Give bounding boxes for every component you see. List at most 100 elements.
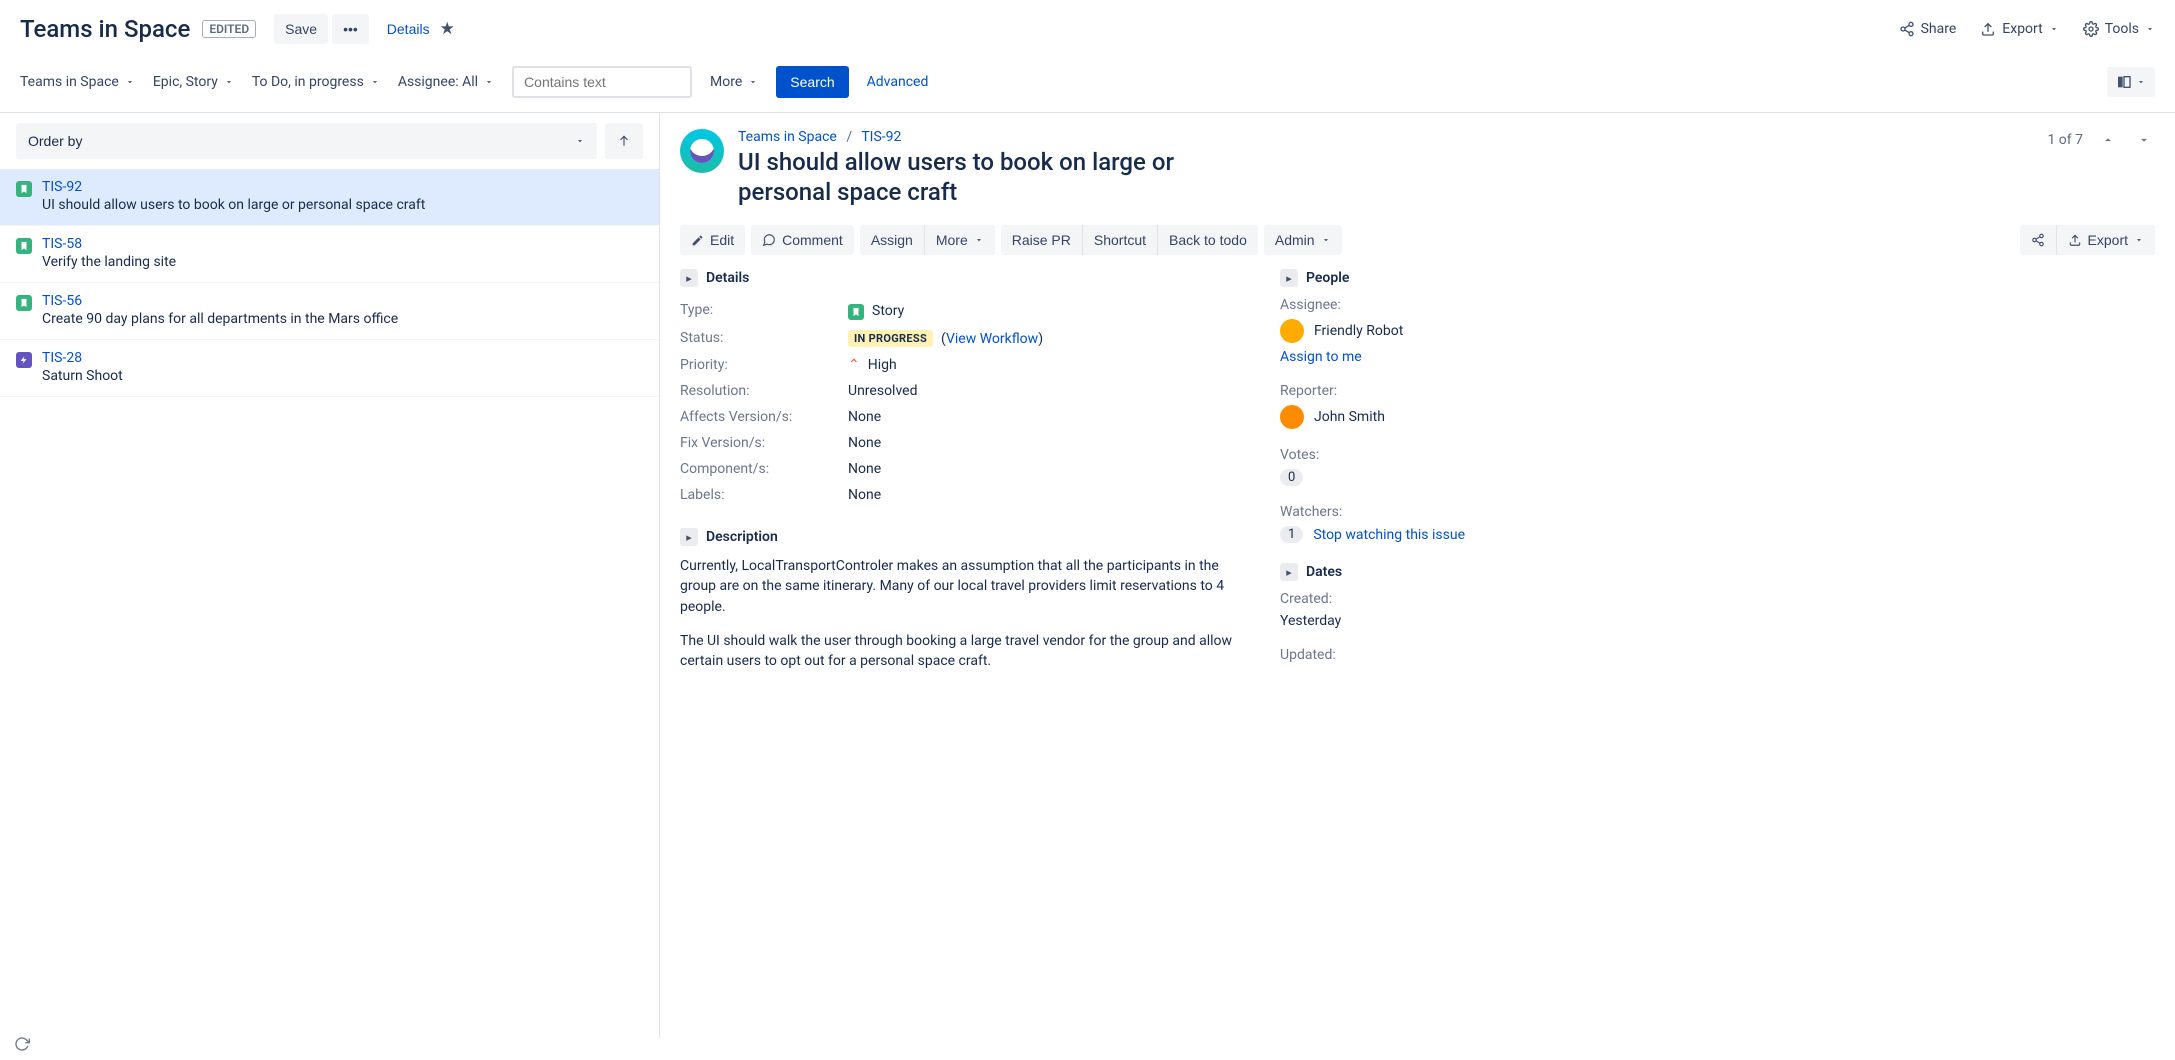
field-value-type: Story: [848, 302, 904, 320]
pager-next-button[interactable]: [2133, 129, 2155, 151]
issue-pager: 1 of 7: [2047, 129, 2155, 151]
filter-more[interactable]: More: [710, 74, 758, 90]
chevron-down-icon: [748, 77, 758, 87]
field-label: Priority:: [680, 357, 848, 373]
created-value: Yesterday: [1280, 613, 1540, 629]
issue-key: TIS-56: [42, 293, 398, 309]
issue-summary: Verify the landing site: [42, 254, 176, 270]
story-icon: [16, 238, 32, 254]
filter-status[interactable]: To Do, in progress: [252, 74, 380, 90]
section-toggle[interactable]: ▸: [680, 528, 698, 546]
admin-dropdown[interactable]: Admin: [1264, 225, 1342, 255]
list-item[interactable]: TIS-28Saturn Shoot: [0, 340, 659, 397]
breadcrumb-issue-key[interactable]: TIS-92: [861, 129, 901, 145]
advanced-link[interactable]: Advanced: [867, 74, 929, 90]
section-toggle[interactable]: ▸: [1280, 269, 1298, 287]
field-value: None: [848, 435, 881, 451]
sort-direction-button[interactable]: [605, 123, 643, 159]
meatballs-icon: •••: [343, 21, 358, 37]
list-item[interactable]: TIS-58Verify the landing site: [0, 226, 659, 283]
dates-section: ▸ Dates Created: Yesterday Updated:: [1280, 563, 1540, 663]
export-icon: [2068, 233, 2082, 247]
page-title: Teams in Space: [20, 15, 190, 43]
search-input[interactable]: [512, 66, 692, 98]
view-workflow-link[interactable]: View Workflow: [946, 331, 1038, 347]
share-icon: [2031, 233, 2045, 247]
issue-summary: UI should allow users to book on large o…: [42, 197, 425, 213]
export-issue-button[interactable]: Export: [2056, 225, 2155, 255]
issue-key: TIS-28: [42, 350, 123, 366]
watchers-count: 1: [1280, 526, 1303, 543]
search-button[interactable]: Search: [776, 66, 848, 98]
issue-list-pane: Order by TIS-92 UI should allow users to …: [0, 113, 660, 1038]
breadcrumb-project[interactable]: Teams in Space: [738, 129, 837, 145]
filter-type[interactable]: Epic, Story: [153, 74, 234, 90]
field-value-status: IN PROGRESS (View Workflow): [848, 330, 1043, 347]
list-item[interactable]: TIS-92 UI should allow users to book on l…: [0, 169, 659, 226]
save-button[interactable]: Save: [274, 14, 328, 44]
pager-prev-button[interactable]: [2097, 129, 2119, 151]
assign-to-me-link[interactable]: Assign to me: [1280, 349, 1362, 365]
section-title-people: People: [1306, 270, 1349, 286]
field-label: Status:: [680, 330, 848, 347]
field-value: None: [848, 409, 881, 425]
comment-icon: [762, 233, 776, 247]
avatar: [1280, 405, 1304, 429]
more-dropdown[interactable]: More: [924, 225, 995, 255]
epic-icon: [16, 352, 32, 368]
chevron-down-icon: [484, 77, 494, 87]
status-badge: IN PROGRESS: [848, 330, 933, 347]
issue-key: TIS-92: [42, 179, 425, 195]
order-by-dropdown[interactable]: Order by: [16, 123, 597, 159]
breadcrumb: Teams in Space / TIS-92: [738, 129, 2033, 145]
field-label: Labels:: [680, 487, 848, 503]
section-title-dates: Dates: [1306, 564, 1342, 580]
field-label: Assignee:: [1280, 297, 1540, 313]
issue-action-bar: Edit Comment Assign More Raise PR Shortc…: [680, 225, 2155, 255]
share-button[interactable]: Share: [1899, 21, 1957, 37]
field-label: Votes:: [1280, 447, 1540, 463]
gear-icon: [2083, 21, 2099, 37]
star-icon[interactable]: ★: [440, 19, 455, 39]
refresh-button[interactable]: [14, 1036, 30, 1052]
issue-title: UI should allow users to book on large o…: [738, 147, 1258, 207]
field-label: Created:: [1280, 591, 1540, 607]
stop-watching-link[interactable]: Stop watching this issue: [1313, 527, 1465, 543]
edit-button[interactable]: Edit: [680, 225, 745, 255]
raise-pr-button[interactable]: Raise PR: [1001, 225, 1082, 255]
page-header: Teams in Space EDITED Save ••• Details ★…: [0, 0, 2175, 54]
more-actions-button[interactable]: •••: [332, 14, 369, 44]
share-issue-button[interactable]: [2020, 225, 2056, 255]
filter-project[interactable]: Teams in Space: [20, 74, 135, 90]
field-label: Watchers:: [1280, 504, 1540, 520]
section-title-details: Details: [706, 270, 749, 286]
chevron-down-icon: [2136, 77, 2146, 87]
field-label: Updated:: [1280, 647, 1540, 663]
field-label: Type:: [680, 302, 848, 320]
section-toggle[interactable]: ▸: [680, 269, 698, 287]
story-icon: [848, 304, 864, 320]
filter-assignee[interactable]: Assignee: All: [398, 74, 494, 90]
reporter-value: John Smith: [1280, 405, 1540, 429]
arrow-up-icon: [617, 134, 631, 148]
assignee-value: Friendly Robot: [1280, 319, 1540, 343]
assign-button[interactable]: Assign: [860, 225, 924, 255]
back-to-todo-button[interactable]: Back to todo: [1157, 225, 1258, 255]
list-item[interactable]: TIS-56Create 90 day plans for all depart…: [0, 283, 659, 340]
chevron-down-icon: [2134, 235, 2144, 245]
description-body: Currently, LocalTransportControler makes…: [680, 556, 1240, 671]
details-link[interactable]: Details: [379, 15, 438, 43]
field-value-priority: ⌃ High: [848, 357, 897, 373]
shortcut-button[interactable]: Shortcut: [1082, 225, 1157, 255]
comment-button[interactable]: Comment: [751, 225, 854, 255]
pencil-icon: [691, 234, 704, 247]
share-icon: [1899, 21, 1915, 37]
field-value: None: [848, 461, 881, 477]
view-toggle-button[interactable]: [2107, 67, 2155, 97]
tools-button[interactable]: Tools: [2083, 21, 2155, 37]
export-button[interactable]: Export: [1980, 21, 2058, 37]
chevron-right-icon: ▸: [686, 272, 692, 285]
chevron-down-icon: [370, 77, 380, 87]
chevron-down-icon: [575, 136, 585, 146]
section-toggle[interactable]: ▸: [1280, 563, 1298, 581]
